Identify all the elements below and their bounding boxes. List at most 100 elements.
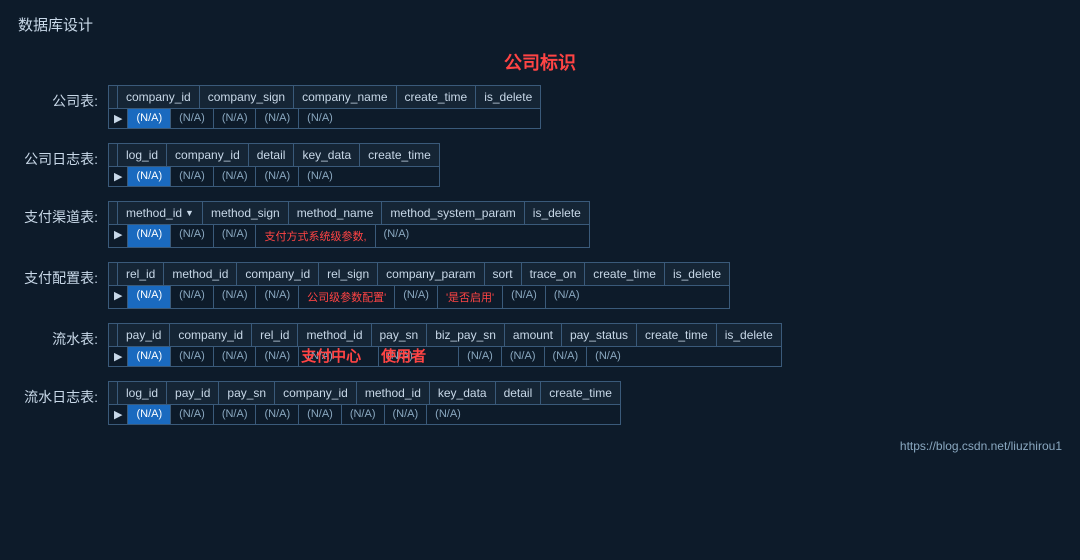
company-log-data-logid: (N/A): [128, 167, 171, 186]
company-log-data-time: (N/A): [299, 167, 341, 186]
pay-channel-data-sysparam: 支付方式系统级参数,: [256, 225, 375, 247]
flow-log-data-paysn: (N/A): [214, 405, 257, 424]
pay-channel-data-delete: (N/A): [376, 225, 418, 247]
pay-channel-table-row: 支付渠道表: method_id ▼ method_sign method_na…: [18, 201, 1062, 248]
flow-log-data-payid: (N/A): [171, 405, 214, 424]
flow-log-col-keydata: key_data: [430, 382, 496, 404]
company-data-sign: (N/A): [171, 109, 214, 128]
company-table-label: 公司表:: [18, 85, 108, 111]
flow-arrow: ▶: [109, 347, 128, 366]
company-col-arrow: [109, 86, 118, 108]
flow-data-delete: (N/A): [587, 347, 629, 366]
company-table-data: ▶ (N/A) (N/A) (N/A) (N/A) (N/A): [109, 109, 540, 128]
pay-channel-col-methodid: method_id ▼: [118, 202, 203, 224]
pay-channel-col-name: method_name: [289, 202, 383, 224]
footer-link: https://blog.csdn.net/liuzhirou1: [18, 439, 1062, 453]
flow-log-data-methodid: (N/A): [299, 405, 342, 424]
flow-data-paystatus: (N/A): [502, 347, 545, 366]
pay-channel-data-sign: (N/A): [171, 225, 214, 247]
pay-config-data-compparam: 公司级参数配置': [299, 286, 395, 308]
company-col-name: company_name: [294, 86, 396, 108]
pay-config-data-time: (N/A): [503, 286, 546, 308]
company-log-table-header: log_id company_id detail key_data create…: [109, 144, 439, 167]
company-log-col-time: create_time: [360, 144, 439, 166]
flow-log-col-detail: detail: [496, 382, 542, 404]
flow-col-bizpaysn: biz_pay_sn: [427, 324, 505, 346]
company-table: company_id company_sign company_name cre…: [108, 85, 541, 129]
flow-table-header: pay_id company_id rel_id method_id pay_s…: [109, 324, 781, 347]
company-table-header: company_id company_sign company_name cre…: [109, 86, 540, 109]
flow-table-row: 流水表: pay_id company_id rel_id method_id …: [18, 323, 1062, 367]
flow-data-amount: (N/A): [459, 347, 502, 366]
company-log-table: log_id company_id detail key_data create…: [108, 143, 440, 187]
company-data-name: (N/A): [214, 109, 257, 128]
pay-config-data-compid: (N/A): [214, 286, 257, 308]
flow-log-col-paysn: pay_sn: [219, 382, 275, 404]
pay-config-col-arrow: [109, 263, 118, 285]
flow-data-paysn: (N/A) 支付中心: [299, 347, 379, 366]
flow-log-col-methodid: method_id: [357, 382, 430, 404]
company-col-id: company_id: [118, 86, 200, 108]
company-col-sign: company_sign: [200, 86, 294, 108]
pay-config-data-sort: (N/A): [395, 286, 438, 308]
pay-channel-table-label: 支付渠道表:: [18, 201, 108, 227]
company-log-table-data: ▶ (N/A) (N/A) (N/A) (N/A) (N/A): [109, 167, 439, 186]
flow-col-methodid: method_id: [298, 324, 371, 346]
company-log-arrow: ▶: [109, 167, 128, 186]
flow-data-time: (N/A): [545, 347, 588, 366]
pay-config-col-relid: rel_id: [118, 263, 164, 285]
company-log-data-keydata: (N/A): [256, 167, 299, 186]
company-log-col-logid: log_id: [118, 144, 167, 166]
flow-table: pay_id company_id rel_id method_id pay_s…: [108, 323, 782, 367]
flow-col-amount: amount: [505, 324, 562, 346]
pay-channel-arrow: ▶: [109, 225, 128, 247]
pay-config-data-methodid: (N/A): [171, 286, 214, 308]
pay-config-col-compid: company_id: [237, 263, 319, 285]
flow-log-data-compid: (N/A): [256, 405, 299, 424]
pay-config-data-delete: (N/A): [546, 286, 588, 308]
pay-channel-col-sysparam: method_system_param: [382, 202, 524, 224]
pay-config-data-traceon: '是否启用': [438, 286, 503, 308]
flow-log-table: log_id pay_id pay_sn company_id method_i…: [108, 381, 621, 425]
company-log-col-arrow: [109, 144, 118, 166]
pay-channel-table-data: ▶ (N/A) (N/A) (N/A) 支付方式系统级参数, (N/A): [109, 225, 589, 247]
flow-data-compid: (N/A): [171, 347, 214, 366]
flow-log-data-detail: (N/A): [385, 405, 428, 424]
pay-config-col-traceon: trace_on: [522, 263, 586, 285]
flow-overlay-yonghu: 使用者: [381, 345, 426, 366]
company-log-col-detail: detail: [249, 144, 295, 166]
company-log-data-detail: (N/A): [214, 167, 257, 186]
company-data-delete: (N/A): [299, 109, 341, 128]
pay-config-col-delete: is_delete: [665, 263, 729, 285]
flow-col-payid: pay_id: [118, 324, 170, 346]
pay-config-table: rel_id method_id company_id rel_sign com…: [108, 262, 730, 309]
pay-config-table-data: ▶ (N/A) (N/A) (N/A) (N/A) 公司级参数配置' (N/A)…: [109, 286, 729, 308]
company-log-data-compid: (N/A): [171, 167, 214, 186]
flow-col-compid: company_id: [170, 324, 252, 346]
pay-config-col-compparam: company_param: [378, 263, 484, 285]
pay-config-table-header: rel_id method_id company_id rel_sign com…: [109, 263, 729, 286]
center-label: 公司标识: [18, 49, 1062, 75]
flow-col-paysn: pay_sn: [372, 324, 428, 346]
flow-col-paystatus: pay_status: [562, 324, 637, 346]
company-log-table-label: 公司日志表:: [18, 143, 108, 169]
flow-log-data-logid: (N/A): [128, 405, 171, 424]
pay-config-data-relsign: (N/A): [256, 286, 299, 308]
flow-col-relid: rel_id: [252, 324, 298, 346]
flow-table-data: ▶ (N/A) (N/A) (N/A) (N/A) (N/A) 支付中心 (N/…: [109, 347, 781, 366]
company-log-table-row: 公司日志表: log_id company_id detail key_data…: [18, 143, 1062, 187]
company-col-time: create_time: [397, 86, 477, 108]
pay-channel-col-arrow: [109, 202, 118, 224]
flow-data-payid: (N/A): [128, 347, 171, 366]
pay-config-col-time: create_time: [585, 263, 665, 285]
flow-log-data-keydata: (N/A): [342, 405, 385, 424]
flow-log-col-payid: pay_id: [167, 382, 219, 404]
company-col-delete: is_delete: [476, 86, 540, 108]
pay-config-col-methodid: method_id: [164, 263, 237, 285]
flow-log-col-compid: company_id: [275, 382, 357, 404]
company-table-row: 公司表: company_id company_sign company_nam…: [18, 85, 1062, 129]
company-log-col-keydata: key_data: [294, 144, 360, 166]
pay-channel-data-name: (N/A): [214, 225, 257, 247]
flow-overlay-zhifu: 支付中心: [301, 345, 361, 366]
pay-config-col-relsign: rel_sign: [319, 263, 378, 285]
